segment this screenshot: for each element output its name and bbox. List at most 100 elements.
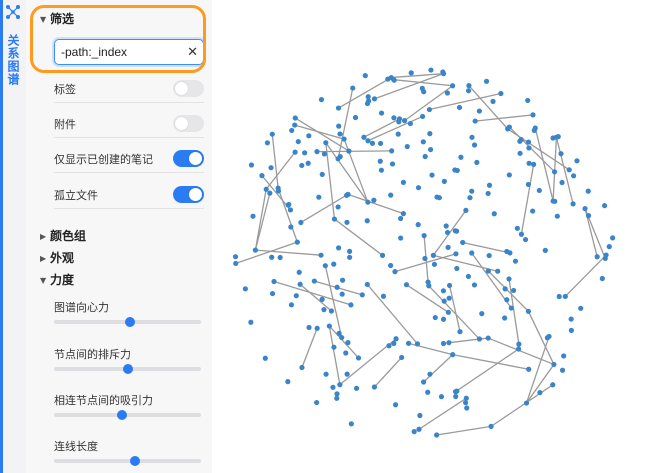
graph-node[interactable] — [286, 201, 292, 208]
graph-node[interactable] — [295, 138, 301, 145]
graph-node[interactable] — [306, 133, 312, 139]
graph-node[interactable] — [486, 182, 493, 188]
toggle-tags[interactable] — [173, 80, 204, 97]
graph-node[interactable] — [414, 341, 421, 347]
graph-node[interactable] — [306, 324, 312, 331]
graph-node[interactable] — [411, 429, 417, 435]
graph-node[interactable] — [297, 281, 303, 287]
graph-node[interactable] — [469, 250, 475, 256]
graph-node[interactable] — [522, 236, 529, 243]
graph-node[interactable] — [464, 405, 470, 411]
graph-node[interactable] — [514, 225, 520, 231]
graph-node[interactable] — [471, 282, 478, 288]
graph-node[interactable] — [466, 83, 472, 89]
graph-node[interactable] — [378, 167, 385, 173]
graph-node[interactable] — [558, 151, 564, 157]
graph-node[interactable] — [389, 161, 396, 167]
graph-node[interactable] — [391, 115, 397, 121]
graph-node[interactable] — [339, 277, 346, 283]
graph-node[interactable] — [403, 282, 410, 288]
graph-node[interactable] — [388, 262, 394, 269]
graph-node[interactable] — [396, 119, 402, 125]
graph-node[interactable] — [334, 391, 340, 397]
graph-node[interactable] — [444, 229, 451, 236]
graph-node[interactable] — [476, 108, 482, 114]
graph-node[interactable] — [446, 340, 452, 346]
graph-node[interactable] — [377, 158, 383, 164]
graph-node[interactable] — [469, 188, 475, 194]
graph-node[interactable] — [491, 211, 497, 217]
graph-node[interactable] — [365, 199, 371, 205]
graph-node[interactable] — [450, 83, 456, 89]
graph-node[interactable] — [379, 252, 386, 258]
graph-node[interactable] — [599, 275, 605, 282]
graph-node[interactable] — [486, 252, 492, 259]
graph-node[interactable] — [262, 355, 268, 361]
graph-node[interactable] — [388, 192, 394, 198]
graph-node[interactable] — [550, 382, 556, 388]
graph-node[interactable] — [551, 169, 558, 175]
graph-node[interactable] — [331, 344, 337, 350]
graph-node[interactable] — [250, 213, 256, 219]
graph-node[interactable] — [345, 340, 351, 346]
graph-node[interactable] — [566, 167, 572, 173]
graph-node[interactable] — [401, 118, 408, 124]
graph-node[interactable] — [267, 190, 273, 196]
graph-node[interactable] — [474, 159, 480, 166]
graph-node[interactable] — [574, 158, 580, 164]
forces-section-header[interactable]: ▼ 力度 — [40, 272, 74, 288]
graph-node[interactable] — [346, 148, 352, 154]
graph-node[interactable] — [335, 156, 341, 162]
graph-node[interactable] — [502, 315, 508, 321]
toggle-existing-notes[interactable] — [173, 150, 204, 167]
graph-node[interactable] — [293, 293, 299, 299]
graph-node[interactable] — [537, 389, 543, 396]
graph-node[interactable] — [421, 233, 427, 239]
graph-node[interactable] — [361, 134, 367, 140]
graph-node[interactable] — [525, 308, 531, 314]
graph-node[interactable] — [460, 239, 466, 246]
graph-node[interactable] — [536, 187, 542, 194]
graph-node[interactable] — [399, 354, 405, 361]
graph-node[interactable] — [444, 90, 451, 96]
graph-node[interactable] — [485, 268, 491, 274]
graph-node[interactable] — [359, 292, 365, 298]
graph-node[interactable] — [285, 379, 291, 385]
graph-node[interactable] — [432, 314, 438, 321]
graph-node[interactable] — [456, 104, 463, 111]
graph-node[interactable] — [380, 293, 387, 299]
graph-node[interactable] — [471, 142, 478, 148]
graph-node[interactable] — [348, 302, 354, 308]
graph-node[interactable] — [434, 432, 440, 438]
graph-node[interactable] — [248, 319, 254, 325]
graph-svg[interactable] — [212, 0, 645, 473]
graph-node[interactable] — [559, 179, 565, 186]
graph-node[interactable] — [314, 325, 320, 331]
graph-node[interactable] — [347, 254, 353, 260]
graph-node[interactable] — [465, 273, 472, 280]
graph-node[interactable] — [288, 302, 295, 308]
slider-thumb[interactable] — [116, 410, 127, 420]
graph-node[interactable] — [542, 247, 548, 253]
graph-node[interactable] — [263, 186, 269, 192]
graph-node[interactable] — [546, 333, 552, 340]
graph-node[interactable] — [601, 203, 608, 209]
graph-node[interactable] — [316, 194, 322, 200]
graph-node[interactable] — [323, 371, 329, 377]
graph-node[interactable] — [551, 361, 557, 368]
graph-node[interactable] — [322, 263, 328, 269]
graph-node[interactable] — [232, 254, 239, 260]
graph-nodes-icon[interactable] — [5, 4, 21, 20]
graph-node[interactable] — [326, 323, 332, 329]
graph-node[interactable] — [441, 178, 447, 184]
graph-node[interactable] — [495, 268, 501, 274]
graph-node[interactable] — [378, 110, 385, 116]
graph-node[interactable] — [568, 327, 574, 333]
graph-node[interactable] — [252, 247, 258, 253]
graph-node[interactable] — [512, 258, 519, 264]
graph-node[interactable] — [392, 402, 399, 408]
graph-node[interactable] — [398, 235, 404, 241]
graph-node[interactable] — [594, 254, 600, 260]
graph-node[interactable] — [555, 134, 561, 140]
graph-node[interactable] — [511, 287, 517, 294]
